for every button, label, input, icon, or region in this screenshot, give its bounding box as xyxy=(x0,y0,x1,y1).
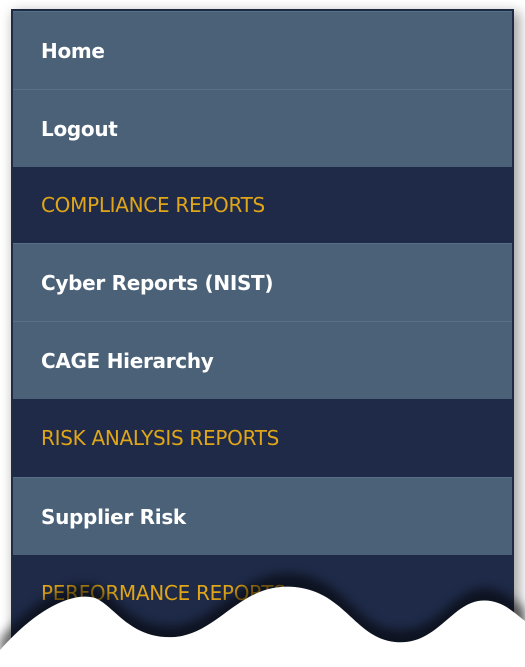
navigation-menu: Home Logout COMPLIANCE REPORTS Cyber Rep… xyxy=(11,9,514,659)
menu-item-cyber-reports-nist[interactable]: Cyber Reports (NIST) xyxy=(13,243,512,321)
section-header-performance-reports: PERFORMANCE REPORTS xyxy=(13,555,512,657)
menu-item-label: Supplier Risk xyxy=(41,504,186,529)
menu-item-label: Home xyxy=(41,38,105,63)
section-header-label: RISK ANALYSIS REPORTS xyxy=(41,426,280,450)
section-header-risk-analysis-reports: RISK ANALYSIS REPORTS xyxy=(13,399,512,477)
section-header-label: PERFORMANCE REPORTS xyxy=(41,581,286,605)
menu-item-logout[interactable]: Logout xyxy=(13,89,512,167)
menu-item-cage-hierarchy[interactable]: CAGE Hierarchy xyxy=(13,321,512,399)
section-header-label: COMPLIANCE REPORTS xyxy=(41,193,265,217)
menu-item-label: CAGE Hierarchy xyxy=(41,348,214,373)
menu-item-label: Cyber Reports (NIST) xyxy=(41,270,274,295)
section-header-compliance-reports: COMPLIANCE REPORTS xyxy=(13,167,512,243)
screenshot-stage: Home Logout COMPLIANCE REPORTS Cyber Rep… xyxy=(0,0,525,667)
menu-item-supplier-risk[interactable]: Supplier Risk xyxy=(13,477,512,555)
menu-item-label: Logout xyxy=(41,116,118,141)
menu-item-home[interactable]: Home xyxy=(13,11,512,89)
